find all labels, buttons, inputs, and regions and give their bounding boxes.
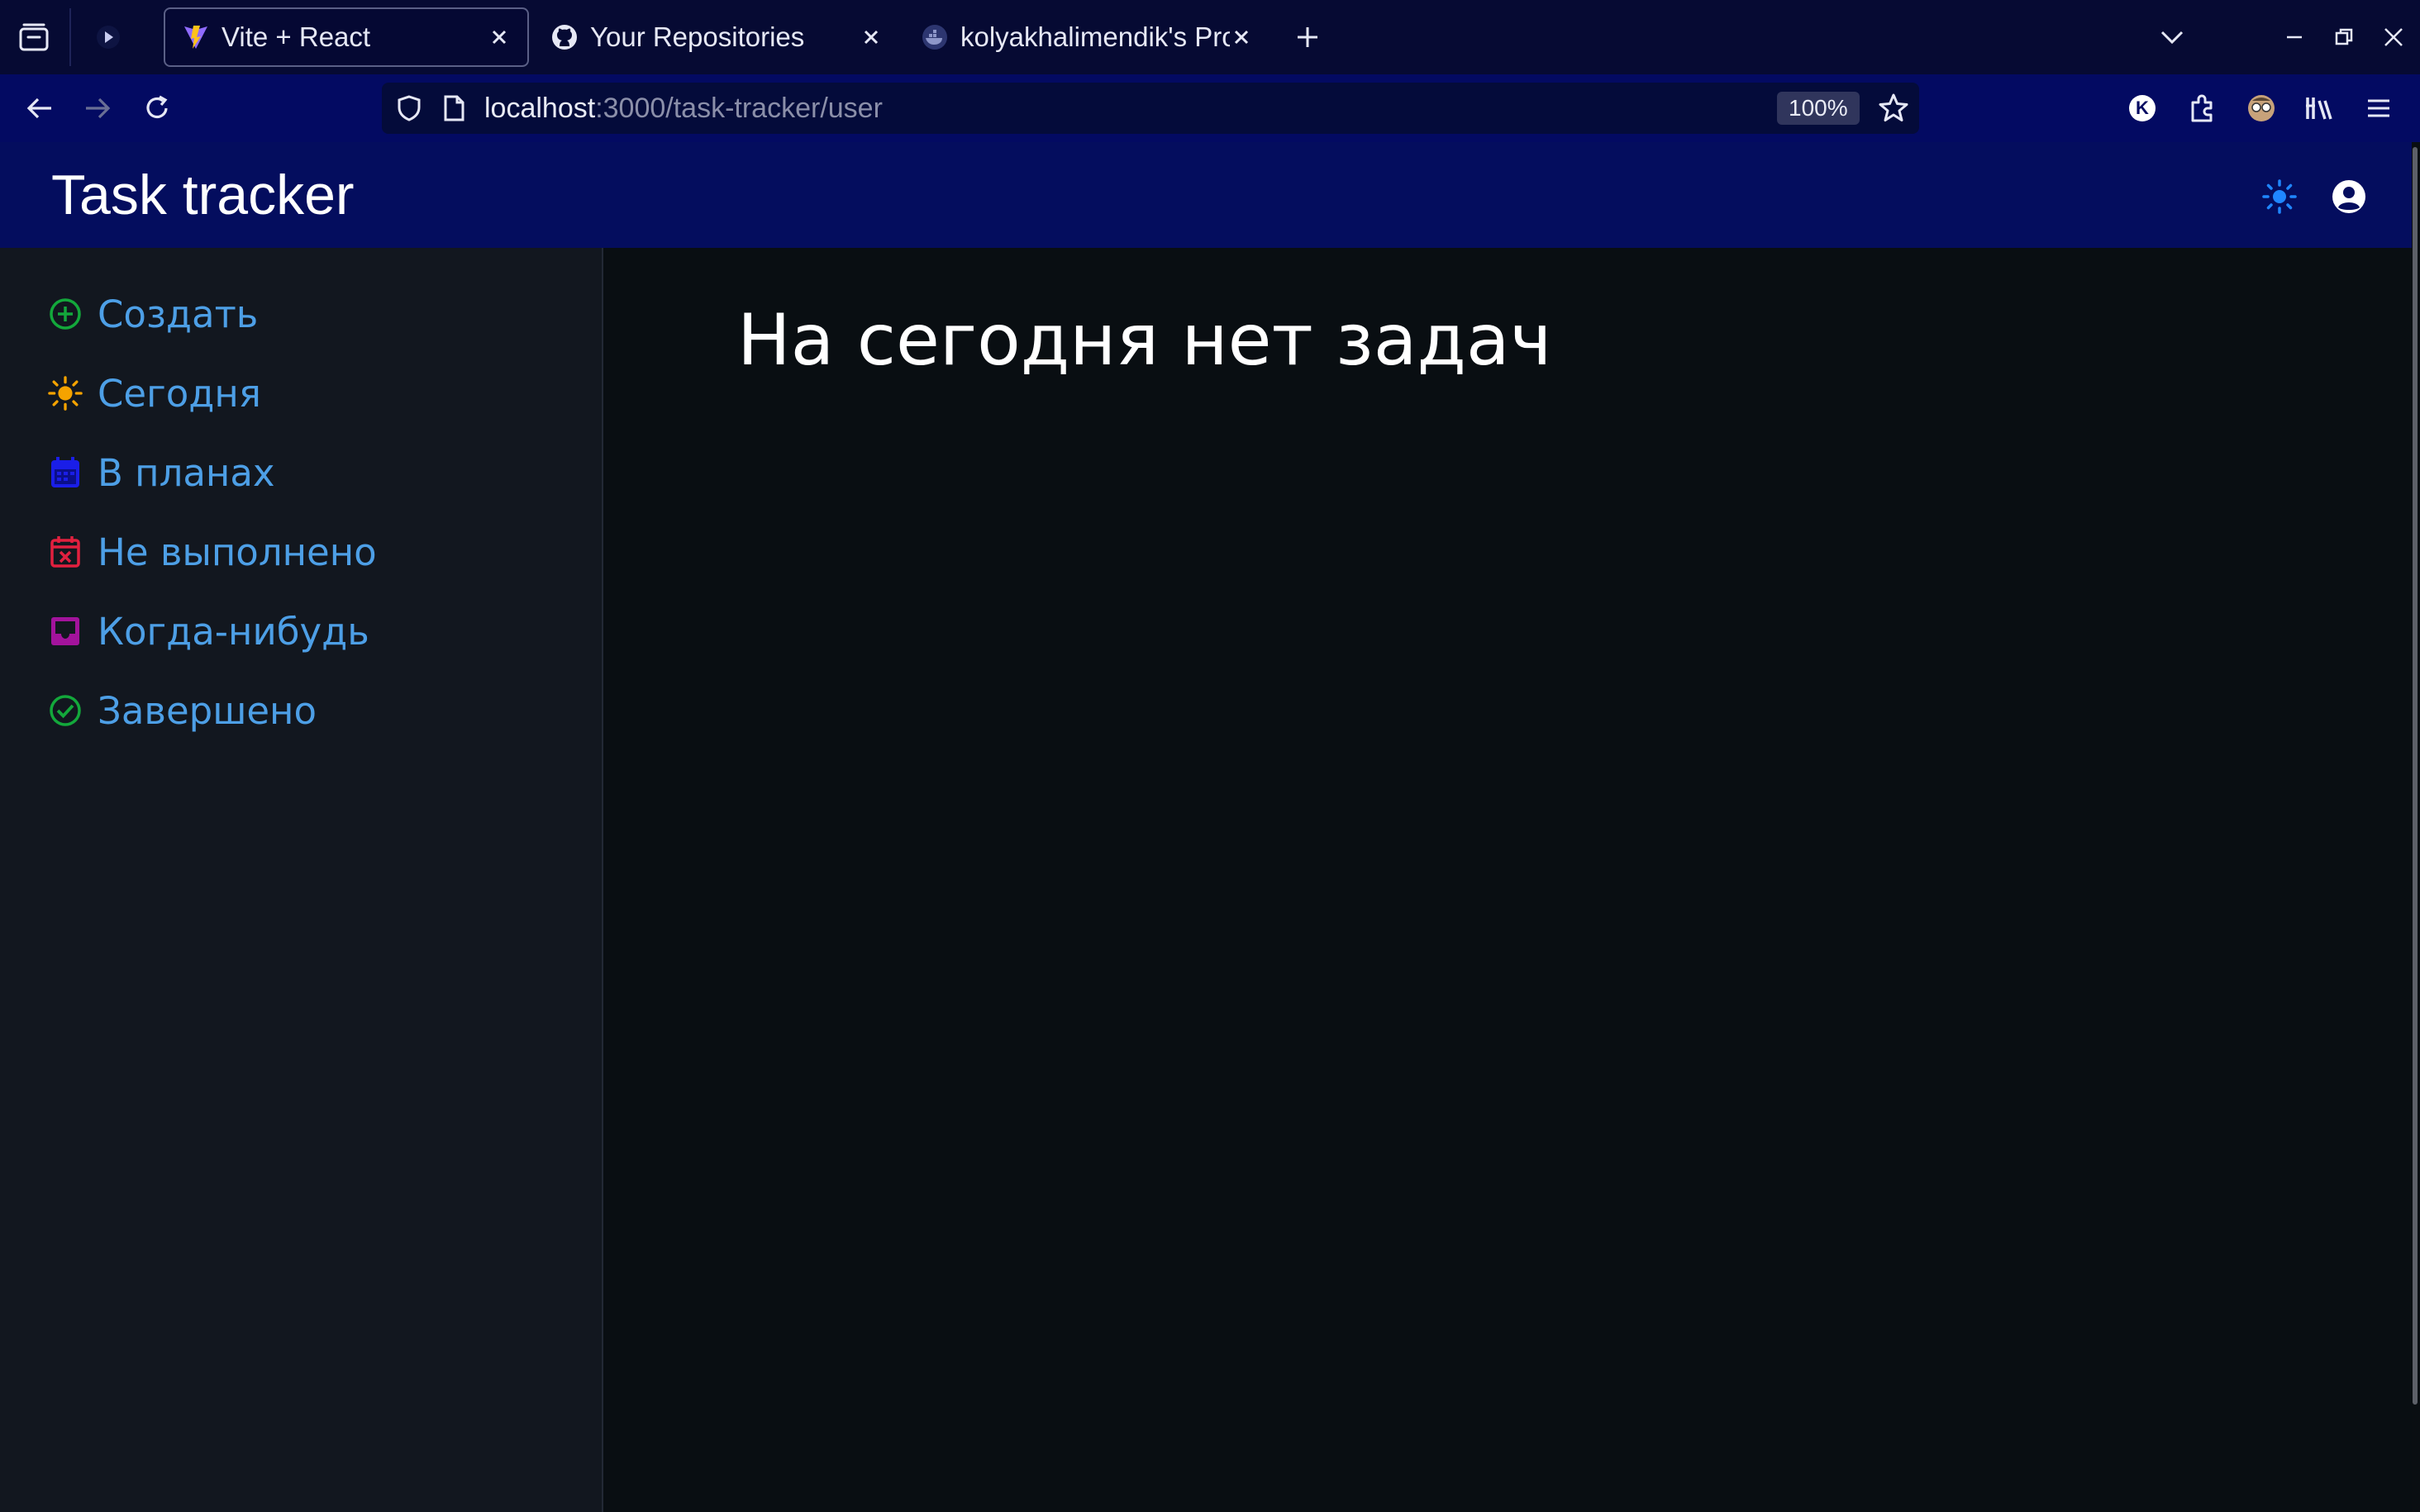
sidebar-item-label: В планах <box>98 450 275 495</box>
restore-window-button[interactable] <box>2319 0 2369 74</box>
browser-toolbar: localhost:3000/task-tracker/user 100% K <box>0 74 2420 142</box>
sidebar-item-today[interactable]: Сегодня <box>48 360 261 426</box>
app-menu-button[interactable] <box>2352 74 2405 142</box>
reload-button[interactable] <box>131 74 183 142</box>
app-title: Task tracker <box>51 164 355 226</box>
tab-divider <box>69 8 71 66</box>
sidebar-item-label: Сегодня <box>98 371 261 416</box>
arrow-left-icon <box>26 97 51 119</box>
url-text: localhost:3000/task-tracker/user <box>484 83 883 134</box>
profile-extension-button[interactable] <box>2235 74 2288 142</box>
chevron-down-icon <box>2160 31 2184 45</box>
new-tab-button[interactable] <box>1283 0 1332 74</box>
close-tab-button[interactable] <box>488 26 511 49</box>
face-avatar-icon <box>2248 95 2275 121</box>
github-icon <box>552 25 577 50</box>
tab-title: Your Repositories <box>590 21 805 52</box>
tab-your-repositories[interactable]: Your Repositories <box>534 7 899 67</box>
tab-kolyakhalimendik-profile[interactable]: kolyakhalimendik's Pro <box>904 7 1270 67</box>
sidebar: Создать Сегодня В планах Не выполнено Ко… <box>0 248 603 1512</box>
docker-icon <box>922 25 947 50</box>
url-path: :3000/task-tracker/user <box>595 93 883 124</box>
close-tab-button[interactable] <box>1230 26 1253 49</box>
scrollbar-thumb[interactable] <box>2413 147 2418 1405</box>
sun-icon <box>48 376 83 411</box>
sidebar-item-someday[interactable]: Когда-нибудь <box>48 598 369 664</box>
app-header: Task tracker <box>0 142 2412 248</box>
empty-state-message: На сегодня нет задач <box>737 299 1552 382</box>
calendar-x-icon <box>48 535 83 569</box>
minimize-icon <box>2287 36 2302 39</box>
close-window-button[interactable] <box>2369 0 2418 74</box>
sidebar-item-label: Завершено <box>98 688 317 733</box>
pinned-tab[interactable] <box>83 0 134 74</box>
inbox-icon <box>48 614 83 649</box>
library-icon <box>2306 97 2332 120</box>
hamburger-menu-icon <box>2368 99 2389 117</box>
browser-tab-strip: Vite + React Your Repositories kolyakhal… <box>0 0 2420 74</box>
sidebar-item-overdue[interactable]: Не выполнено <box>48 519 377 585</box>
bookmark-star-icon[interactable] <box>1878 93 1909 124</box>
check-circle-icon <box>48 693 83 728</box>
vite-logo-icon <box>184 26 207 49</box>
sidebar-item-planned[interactable]: В планах <box>48 440 275 506</box>
tab-title: Vite + React <box>222 21 371 52</box>
account-button[interactable] <box>2327 175 2370 218</box>
sidebar-item-create[interactable]: Создать <box>48 281 258 347</box>
close-icon <box>1234 30 1249 45</box>
plus-icon <box>1298 27 1317 47</box>
close-icon <box>2384 28 2403 46</box>
back-button[interactable] <box>13 74 66 142</box>
sidebar-item-completed[interactable]: Завершено <box>48 678 317 744</box>
shield-icon <box>398 95 421 121</box>
page-icon <box>444 95 464 121</box>
kaspersky-extension-button[interactable]: K <box>2116 74 2169 142</box>
calendar-icon <box>48 455 83 490</box>
address-bar[interactable]: localhost:3000/task-tracker/user 100% <box>382 83 1919 134</box>
sidebar-item-label: Когда-нибудь <box>98 609 369 654</box>
reload-icon <box>146 95 168 119</box>
forward-button[interactable] <box>71 74 124 142</box>
main-content: На сегодня нет задач <box>603 248 2412 1512</box>
zoom-level-badge[interactable]: 100% <box>1777 92 1860 125</box>
account-circle-icon <box>2332 180 2365 213</box>
close-tab-button[interactable] <box>860 26 883 49</box>
url-host: localhost <box>484 93 596 124</box>
sun-icon <box>2262 179 2297 214</box>
theme-toggle-button[interactable] <box>2258 175 2301 218</box>
tab-vite-react[interactable]: Vite + React <box>164 7 529 67</box>
library-button[interactable] <box>2293 74 2346 142</box>
list-all-tabs-button[interactable] <box>2147 0 2197 74</box>
tab-list-icon <box>19 23 49 51</box>
pinned-app-icon <box>97 26 120 49</box>
puzzle-piece-icon <box>2191 94 2213 122</box>
tab-groups-button[interactable] <box>8 0 60 74</box>
sidebar-item-label: Не выполнено <box>98 530 377 574</box>
arrow-right-icon <box>86 97 111 119</box>
close-icon <box>864 30 879 45</box>
extension-k-letter: K <box>2136 97 2149 118</box>
close-icon <box>492 30 507 45</box>
plus-circle-icon <box>48 297 83 331</box>
restore-icon <box>2335 28 2353 45</box>
extensions-button[interactable] <box>2175 74 2228 142</box>
sidebar-item-label: Создать <box>98 292 259 336</box>
tab-title: kolyakhalimendik's Pro <box>960 21 1230 52</box>
minimize-window-button[interactable] <box>2270 0 2319 74</box>
